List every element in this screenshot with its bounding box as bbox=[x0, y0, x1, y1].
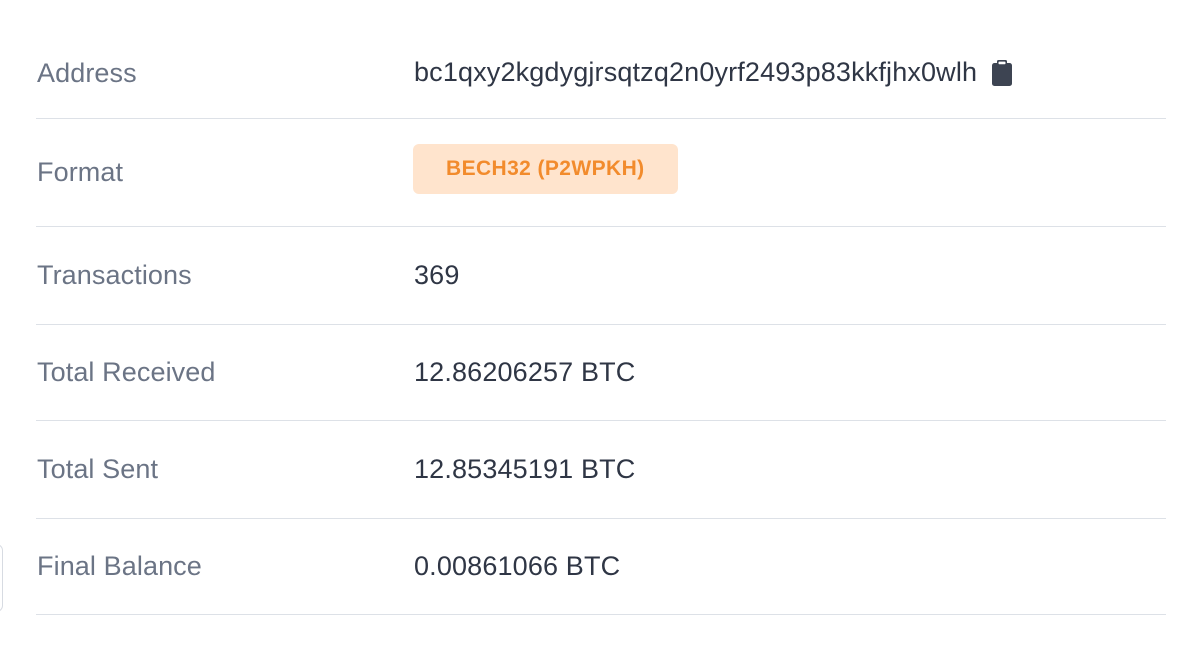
address-row: Address bc1qxy2kgdygjrsqtzq2n0yrf2493p83… bbox=[36, 20, 1166, 119]
clipboard-icon bbox=[992, 59, 1013, 86]
address-value: bc1qxy2kgdygjrsqtzq2n0yrf2493p83kkfjhx0w… bbox=[414, 56, 978, 87]
total-received-row: Total Received 12.86206257 BTC bbox=[36, 325, 1166, 421]
total-sent-label: Total Sent bbox=[37, 454, 159, 484]
address-value-container: bc1qxy2kgdygjrsqtzq2n0yrf2493p83kkfjhx0w… bbox=[414, 51, 1015, 88]
final-balance-row: Final Balance 0.00861066 BTC bbox=[36, 519, 1166, 615]
format-value-container: BECH32 (P2WPKH) bbox=[413, 143, 678, 194]
format-label: Format bbox=[37, 157, 124, 187]
address-label: Address bbox=[37, 57, 137, 88]
total-received-label: Total Received bbox=[37, 357, 216, 387]
transactions-row: Transactions 369 bbox=[36, 227, 1166, 325]
side-panel-edge bbox=[0, 544, 3, 612]
total-sent-row: Total Sent 12.85345191 BTC bbox=[36, 421, 1166, 519]
copy-address-button[interactable] bbox=[989, 57, 1015, 87]
address-details-page: Address bc1qxy2kgdygjrsqtzq2n0yrf2493p83… bbox=[0, 0, 1192, 666]
address-details-table: Address bc1qxy2kgdygjrsqtzq2n0yrf2493p83… bbox=[36, 20, 1166, 615]
total-sent-value: 12.85345191 BTC bbox=[414, 454, 636, 484]
total-received-value: 12.86206257 BTC bbox=[414, 357, 636, 387]
format-badge: BECH32 (P2WPKH) bbox=[413, 143, 678, 194]
transactions-label: Transactions bbox=[37, 260, 192, 290]
final-balance-label: Final Balance bbox=[37, 551, 202, 581]
format-row: Format BECH32 (P2WPKH) bbox=[36, 119, 1166, 227]
final-balance-value: 0.00861066 BTC bbox=[414, 551, 621, 581]
transactions-value: 369 bbox=[414, 260, 460, 290]
